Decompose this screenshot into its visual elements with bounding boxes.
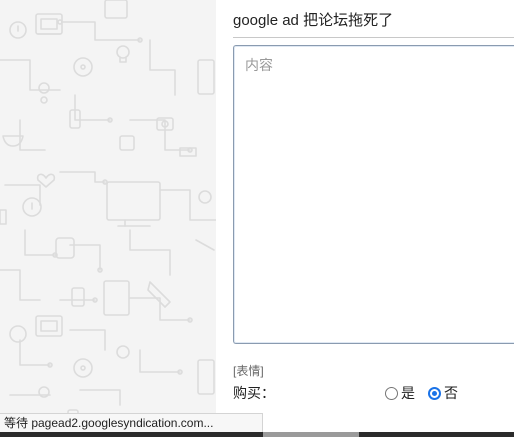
emoji-link[interactable]: [表情] bbox=[233, 363, 264, 379]
purchase-option-yes[interactable]: 是 bbox=[385, 384, 415, 402]
page: google ad 把论坛拖死了 [表情] 购买： 是 否 等待 pagead2… bbox=[0, 0, 514, 437]
title-divider bbox=[233, 37, 514, 38]
radio-unchecked-icon[interactable] bbox=[385, 386, 398, 400]
circuit-pattern-illustration bbox=[0, 0, 216, 429]
purchase-option-no-label: 否 bbox=[444, 385, 458, 401]
browser-status-bar: 等待 pagead2.googlesyndication.com... bbox=[0, 413, 263, 432]
post-form: google ad 把论坛拖死了 [表情] 购买： 是 否 bbox=[216, 0, 514, 437]
post-title: google ad 把论坛拖死了 bbox=[233, 12, 394, 29]
radio-checked-icon[interactable] bbox=[428, 386, 441, 400]
taskbar-edge bbox=[0, 432, 514, 437]
purchase-option-yes-label: 是 bbox=[401, 385, 415, 401]
decorative-pattern-panel bbox=[0, 0, 217, 437]
purchase-option-no[interactable]: 否 bbox=[428, 384, 458, 402]
taskbar-edge-segment bbox=[263, 432, 359, 437]
purchase-label: 购买： bbox=[233, 385, 275, 401]
content-textarea[interactable] bbox=[233, 45, 514, 344]
